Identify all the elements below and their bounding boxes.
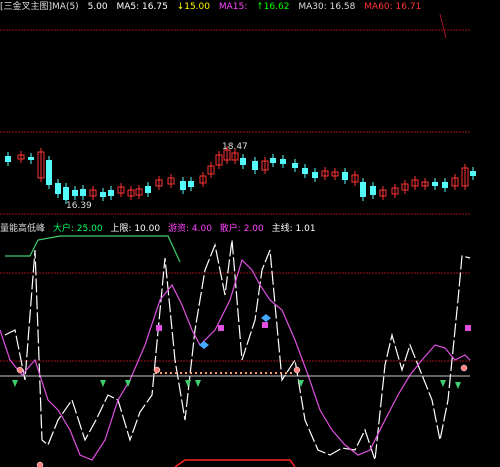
signal-dot-4 <box>36 461 44 467</box>
candle-body-7 <box>72 190 78 196</box>
candle-body-6 <box>63 187 69 200</box>
signal-dot-2 <box>293 366 301 374</box>
candle-body-15 <box>145 186 151 193</box>
candle-body-26 <box>252 161 258 170</box>
indicator-item-2: 上限: 10.00 <box>110 224 161 234</box>
down-arrow-3 <box>185 380 191 387</box>
down-arrow-1 <box>100 380 106 387</box>
indicator-item-0: 量能高低峰 <box>0 224 46 234</box>
indicator-item-3: 游资: 4.00 <box>167 224 212 234</box>
candle-body-11 <box>108 190 114 196</box>
indicator-top-line <box>5 235 181 263</box>
top-trend-line <box>439 13 447 39</box>
candle-body-25 <box>240 158 246 165</box>
price-high-value: 18.47 <box>222 142 248 152</box>
down-arrow-4 <box>195 380 201 387</box>
candle-body-4 <box>46 160 52 185</box>
candle-body-35 <box>342 172 348 180</box>
candle-body-38 <box>370 186 376 195</box>
indicator-item-5: 主线: 1.01 <box>271 224 316 234</box>
price-low-label: 16.39 <box>66 201 92 211</box>
candle-body-28 <box>270 158 276 163</box>
down-arrow-7 <box>455 382 461 389</box>
candle-body-44 <box>432 182 438 186</box>
stock-chart-window: [三金叉主图]MA(5) 5.00 MA5: 16.75 ↓15.00 MA15… <box>0 0 500 467</box>
candle-body-30 <box>292 163 298 168</box>
signal-square-1 <box>218 325 224 331</box>
signal-diamond-1 <box>261 314 271 322</box>
signal-square-0 <box>156 325 162 331</box>
candle-body-31 <box>302 168 308 174</box>
candle-body-29 <box>280 159 286 164</box>
indicator-item-4: 散户: 2.00 <box>219 224 264 234</box>
down-arrow-0 <box>12 380 18 387</box>
candle-body-2 <box>28 157 34 160</box>
candle-body-8 <box>80 189 86 196</box>
candle-body-5 <box>55 183 61 194</box>
indicator-item-1: 大户: 25.00 <box>52 224 103 234</box>
candle-body-32 <box>312 172 318 178</box>
indicator-header: 量能高低峰 大户: 25.00 上限: 10.00 游资: 4.00 散户: 2… <box>0 222 500 236</box>
price-low-value: 16.39 <box>66 201 92 211</box>
down-arrow-6 <box>440 380 446 387</box>
candle-body-37 <box>360 182 366 197</box>
signal-dot-1 <box>153 366 161 374</box>
candle-body-48 <box>470 171 476 176</box>
candle-body-18 <box>180 181 186 190</box>
signal-square-2 <box>262 322 268 328</box>
indicator-magenta-line <box>0 258 471 461</box>
bottom-bracket <box>174 459 296 467</box>
signal-diamond-0 <box>199 341 209 349</box>
candle-body-0 <box>5 156 11 162</box>
candle-body-45 <box>442 182 448 188</box>
signal-dot-0 <box>16 366 24 374</box>
signal-dot-3 <box>460 364 468 372</box>
signal-square-3 <box>465 325 471 331</box>
candle-body-10 <box>100 192 106 197</box>
candle-body-19 <box>188 181 194 187</box>
price-high-label: 18.47 <box>222 142 248 152</box>
